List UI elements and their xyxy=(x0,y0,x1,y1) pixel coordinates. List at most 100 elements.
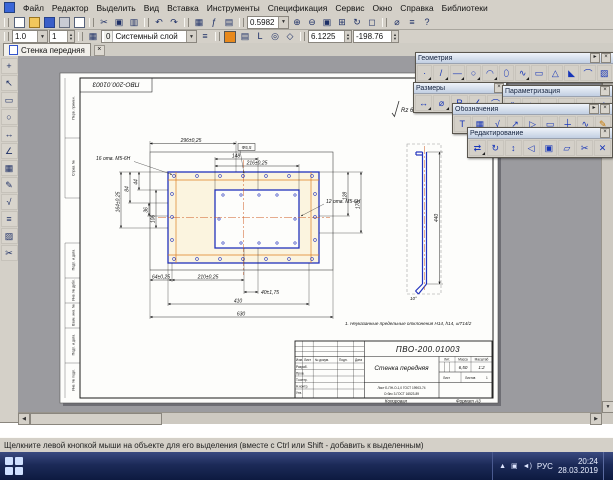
spinner-icon[interactable]: ▲▼ xyxy=(391,31,398,42)
scale-tool[interactable]: ↕ xyxy=(505,140,522,156)
panel-close-button[interactable]: × xyxy=(600,128,610,138)
panel-switch-annotation[interactable]: ✎ xyxy=(1,177,18,193)
toolbar-grip[interactable] xyxy=(4,32,9,41)
help-button[interactable]: ? xyxy=(420,16,434,28)
menu-select[interactable]: Выделить xyxy=(93,2,140,14)
variables-button[interactable]: ƒ xyxy=(207,16,221,28)
drawing-canvas[interactable]: Перв. примен. Справ. № Подп. и дата Инв.… xyxy=(18,56,613,424)
ortho-button[interactable]: L xyxy=(253,31,267,43)
dim-106[interactable]: 106 xyxy=(151,215,157,224)
panel-geometry-titlebar[interactable]: Геометрия ▸ × xyxy=(416,53,613,64)
refresh-button[interactable]: ↻ xyxy=(350,16,364,28)
panel-collapse-button[interactable]: ▸ xyxy=(589,104,599,114)
circle-tool[interactable]: ○ xyxy=(466,65,481,81)
dim-84[interactable]: 84 xyxy=(125,186,131,192)
dim-210[interactable]: 210±0,25 xyxy=(197,275,219,281)
tab-close-button[interactable]: × xyxy=(94,45,105,56)
toolbar-grip[interactable] xyxy=(382,18,387,27)
hatch-tool[interactable]: ▨ xyxy=(597,65,612,81)
snap-button[interactable]: ◎ xyxy=(268,31,282,43)
dim-440[interactable]: 440 xyxy=(434,214,440,223)
start-button[interactable] xyxy=(3,455,25,477)
tray-expand-icon[interactable]: ▲ xyxy=(499,463,506,470)
print-preview-button[interactable] xyxy=(72,16,86,28)
panel-switch-roughness[interactable]: √ xyxy=(1,194,18,210)
grid-button[interactable]: ▤ xyxy=(238,31,252,43)
undo-button[interactable]: ↶ xyxy=(152,16,166,28)
redo-button[interactable]: ↷ xyxy=(167,16,181,28)
menu-libraries[interactable]: Библиотеки xyxy=(438,2,492,14)
dim-44[interactable]: 44 xyxy=(134,179,140,185)
chamfer-tool[interactable]: ◣ xyxy=(564,65,579,81)
panel-switch-angle[interactable]: ∠ xyxy=(1,143,18,159)
trim-tool[interactable]: ✂ xyxy=(576,140,593,156)
copy-button[interactable]: ▣ xyxy=(112,16,126,28)
save-document-button[interactable] xyxy=(42,16,56,28)
dim-148[interactable]: 148 xyxy=(232,154,241,160)
layer-combo[interactable]: 0 Системный слой ▼ xyxy=(101,30,197,43)
diametral-dimension-tool[interactable]: ⌀ xyxy=(433,95,450,111)
spline-tool[interactable]: ∿ xyxy=(515,65,530,81)
menu-window[interactable]: Окно xyxy=(369,2,397,14)
copy-tool[interactable]: ▣ xyxy=(541,140,558,156)
auxiliary-line-tool[interactable]: / xyxy=(433,65,448,81)
dim-36[interactable]: 36 xyxy=(144,207,150,213)
document-manager-button[interactable]: ▦ xyxy=(192,16,206,28)
panel-switch-table[interactable]: ▦ xyxy=(1,160,18,176)
chevron-down-icon[interactable]: ▼ xyxy=(186,31,196,42)
open-document-button[interactable] xyxy=(27,16,41,28)
arc-tool[interactable]: ◠ xyxy=(482,65,497,81)
scroll-down-arrow[interactable]: ▼ xyxy=(602,401,613,413)
panel-parametrization-titlebar[interactable]: Параметризация × xyxy=(503,86,612,97)
dim-128[interactable]: 128 xyxy=(343,192,349,201)
measure-button[interactable]: ⌀ xyxy=(390,16,404,28)
layers-button[interactable]: ▦ xyxy=(86,31,100,43)
cut-button[interactable]: ✂ xyxy=(97,16,111,28)
menu-insert[interactable]: Вставка xyxy=(163,2,203,14)
toolbar-grip[interactable] xyxy=(184,18,189,27)
toolbar-grip[interactable] xyxy=(78,32,83,41)
library-manager-button[interactable]: ▤ xyxy=(222,16,236,28)
dim-630[interactable]: 630 xyxy=(237,312,246,318)
dim-216[interactable]: 216±0,25 xyxy=(246,161,268,167)
toolbar-grip[interactable] xyxy=(215,32,220,41)
toolbar-grip[interactable] xyxy=(4,18,9,27)
panel-switch-rectangle[interactable]: ▭ xyxy=(1,92,18,108)
spinner-icon[interactable]: ▲▼ xyxy=(67,31,74,42)
scroll-left-arrow[interactable]: ◀ xyxy=(18,413,30,425)
panel-switch-dimensions[interactable]: ↔ xyxy=(1,126,18,142)
copies-field[interactable]: 1 ▲▼ xyxy=(49,30,75,43)
network-icon[interactable]: ▣ xyxy=(511,462,518,470)
dim-40[interactable]: 40±1,75 xyxy=(261,290,279,296)
panel-close-button[interactable]: × xyxy=(600,86,610,96)
scroll-right-arrow[interactable]: ▶ xyxy=(590,413,602,425)
tab-stenka-perednyaya[interactable]: Стенка передняя xyxy=(3,43,91,56)
spinner-icon[interactable]: ▲▼ xyxy=(344,31,351,42)
toolbar-grip[interactable] xyxy=(239,18,244,27)
toolbar-grip[interactable] xyxy=(144,18,149,27)
new-document-button[interactable] xyxy=(12,16,26,28)
panel-switch-select[interactable]: ↖ xyxy=(1,75,18,91)
language-indicator[interactable]: РУС xyxy=(537,462,553,471)
taskbar-clock[interactable]: 20:24 28.03.2019 xyxy=(558,457,598,475)
current-color-swatch[interactable] xyxy=(223,31,237,43)
panel-switch-parametrization[interactable]: ≡ xyxy=(1,211,18,227)
panel-switch-geometry[interactable]: + xyxy=(1,58,18,74)
pan-button[interactable]: ⊞ xyxy=(335,16,349,28)
chevron-down-icon[interactable]: ▼ xyxy=(37,31,47,42)
zoom-out-button[interactable]: ⊖ xyxy=(305,16,319,28)
point-tool[interactable]: · xyxy=(417,65,432,81)
step-combo[interactable]: 1.0 ▼ xyxy=(12,30,48,43)
segment-tool[interactable]: — xyxy=(450,65,465,81)
horizontal-scroll-thumb[interactable] xyxy=(30,413,162,425)
menu-view[interactable]: Вид xyxy=(140,2,163,14)
hole-diameter-label[interactable]: Ф5,5 xyxy=(242,145,252,150)
print-button[interactable] xyxy=(57,16,71,28)
show-desktop-button[interactable] xyxy=(603,452,608,480)
cursor-y-field[interactable]: -198.76 ▲▼ xyxy=(353,30,399,43)
layer-settings-button[interactable]: ≡ xyxy=(198,31,212,43)
horizontal-scrollbar[interactable]: ◀ ▶ xyxy=(18,412,602,424)
menu-specification[interactable]: Спецификация xyxy=(264,2,332,14)
menu-tools[interactable]: Инструменты xyxy=(203,2,264,14)
menu-file[interactable]: Файл xyxy=(19,2,48,14)
